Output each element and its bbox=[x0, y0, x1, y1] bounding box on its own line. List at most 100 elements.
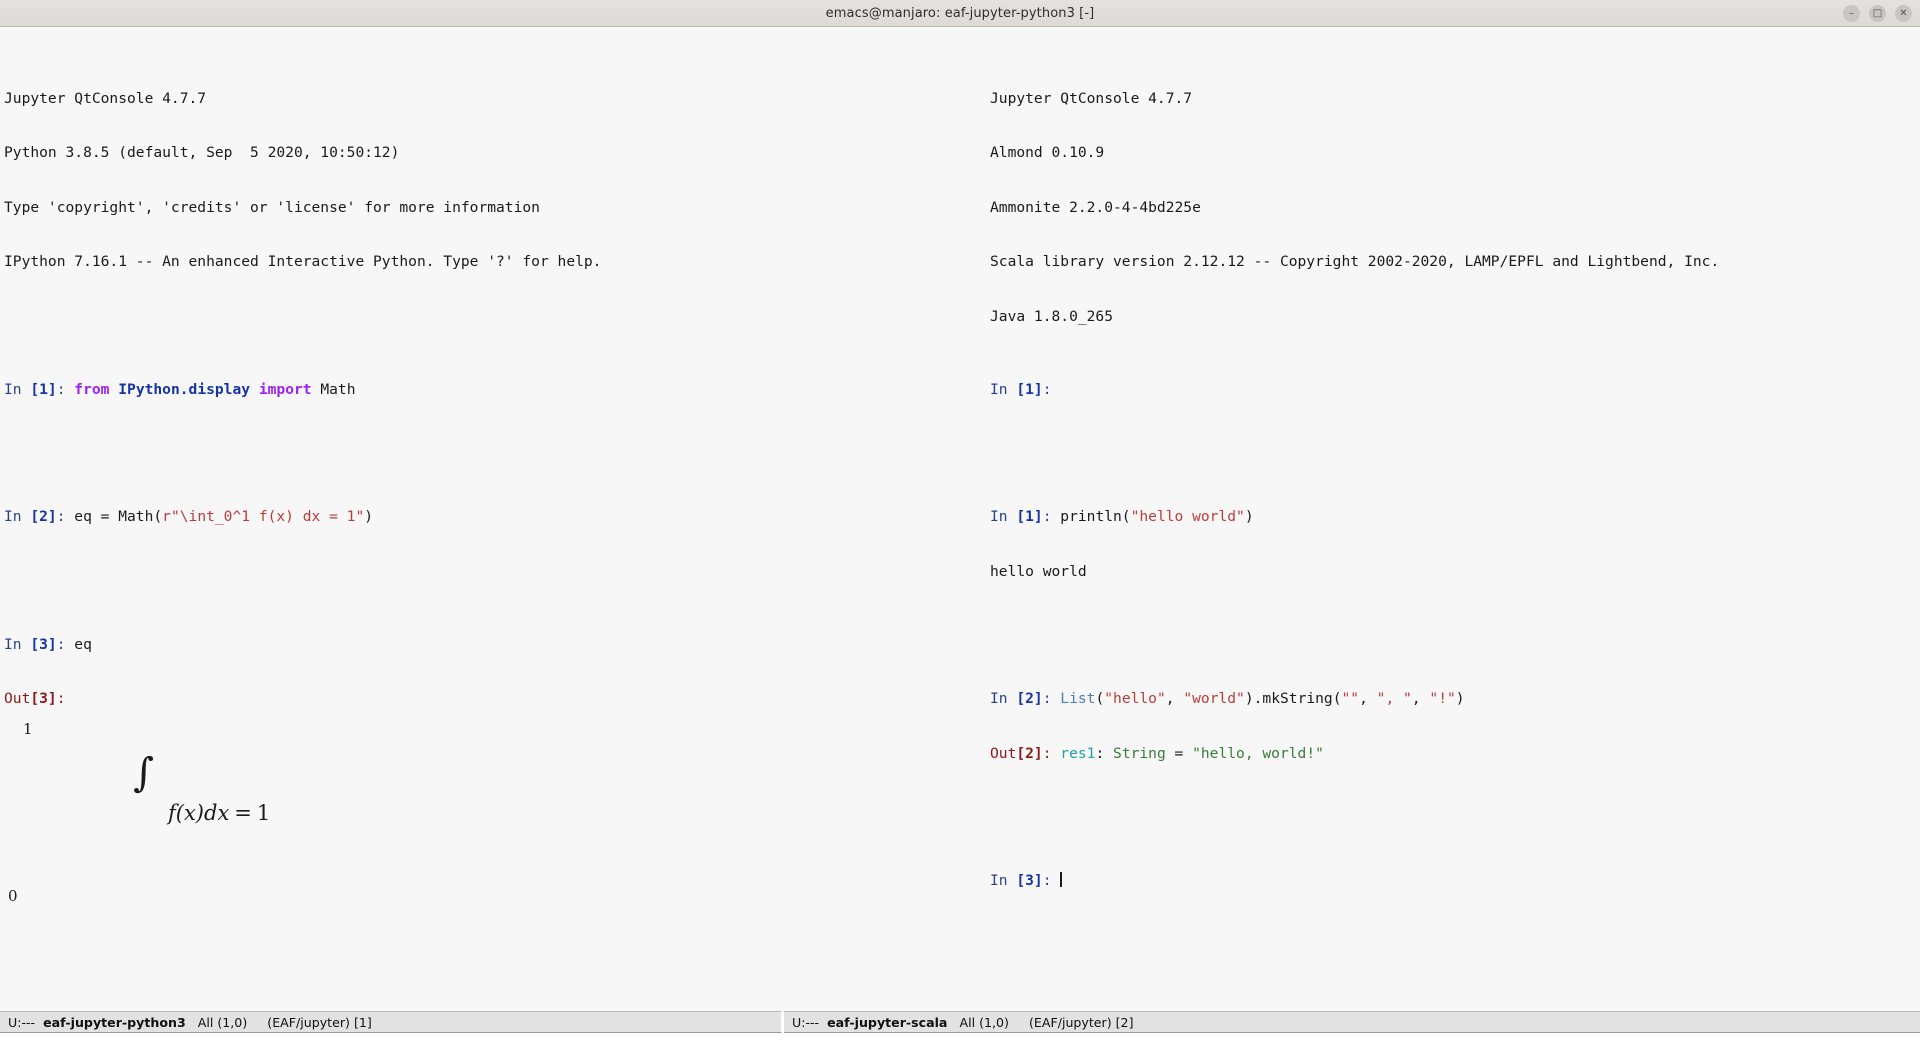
text-cursor[interactable] bbox=[1060, 872, 1062, 887]
module-name: IPython.display bbox=[118, 381, 250, 398]
integral-lower-limit: 0 bbox=[8, 876, 18, 916]
maximize-icon: □ bbox=[1873, 9, 1882, 19]
equals: = bbox=[1166, 745, 1192, 762]
scala-console-output[interactable]: Jupyter QtConsole 4.7.7 Almond 0.10.9 Am… bbox=[960, 27, 1920, 945]
in-number: [3] bbox=[30, 636, 56, 653]
string-literal: ", " bbox=[1377, 690, 1412, 707]
math-value: 1 bbox=[257, 801, 270, 825]
in-number: [1] bbox=[30, 381, 56, 398]
type-name: String bbox=[1113, 745, 1166, 762]
input-prompt-empty[interactable]: In [1]: bbox=[990, 381, 1920, 399]
string-literal: "hello" bbox=[1104, 690, 1166, 707]
spacer bbox=[4, 435, 958, 453]
window-controls: – □ ✕ bbox=[1843, 0, 1912, 27]
modeline-status: U:--- bbox=[792, 1015, 819, 1030]
stdout-line: hello world bbox=[990, 563, 1920, 581]
modeline-position: All (1,0) bbox=[959, 1015, 1008, 1030]
in-number: [3] bbox=[1016, 872, 1042, 889]
string-literal: "world" bbox=[1183, 690, 1245, 707]
spacer bbox=[4, 948, 958, 966]
out-colon: : bbox=[1043, 745, 1061, 762]
code-text: eq = Math( bbox=[74, 508, 162, 525]
modeline-buffer-name: eaf-jupyter-scala bbox=[827, 1015, 947, 1030]
modeline-python3[interactable]: U:--- eaf-jupyter-python3 All (1,0) (EAF… bbox=[0, 1011, 782, 1033]
input-cell-3[interactable]: In [3]: eq bbox=[4, 636, 958, 654]
banner-line: Almond 0.10.9 bbox=[990, 144, 1920, 162]
colon: : bbox=[1095, 745, 1113, 762]
in-prompt: In bbox=[990, 381, 1016, 398]
jupyter-scala-pane[interactable]: Jupyter QtConsole 4.7.7 Almond 0.10.9 Am… bbox=[960, 27, 1920, 1011]
spacer bbox=[4, 563, 958, 581]
integrand: f(x)dx bbox=[168, 801, 229, 825]
method-call: ).mkString( bbox=[1245, 690, 1342, 707]
input-cell-2[interactable]: In [2]: List("hello", "world").mkString(… bbox=[990, 690, 1920, 708]
spacer bbox=[990, 799, 1920, 817]
out-number: [3] bbox=[30, 690, 56, 707]
function-call: println( bbox=[1060, 508, 1130, 525]
minibuffer-area bbox=[0, 1033, 1920, 1051]
keyword-from: from bbox=[74, 381, 109, 398]
minimize-button[interactable]: – bbox=[1843, 5, 1860, 22]
comma: , bbox=[1412, 690, 1430, 707]
in-number: [2] bbox=[30, 508, 56, 525]
banner-line: Python 3.8.5 (default, Sep 5 2020, 10:50… bbox=[4, 144, 958, 162]
jupyter-python3-pane[interactable]: Jupyter QtConsole 4.7.7 Python 3.8.5 (de… bbox=[0, 27, 958, 1011]
raw-string-literal: r"\int_0^1 f(x) dx = 1" bbox=[162, 508, 364, 525]
output-cell-2: Out[2]: res1: String = "hello, world!" bbox=[990, 745, 1920, 763]
modeline-status: U:--- bbox=[8, 1015, 35, 1030]
string-literal: "" bbox=[1342, 690, 1360, 707]
in-colon: : bbox=[57, 508, 75, 525]
input-cell-2[interactable]: In [2]: eq = Math(r"\int_0^1 f(x) dx = 1… bbox=[4, 508, 958, 526]
maximize-button[interactable]: □ bbox=[1869, 5, 1886, 22]
modeline-major-mode: (EAF/jupyter) [1] bbox=[267, 1015, 372, 1030]
banner-line: Jupyter QtConsole 4.7.7 bbox=[990, 90, 1920, 108]
input-cell-1[interactable]: In [1]: from IPython.display import Math bbox=[4, 381, 958, 399]
imported-name: Math bbox=[320, 381, 355, 398]
code-text: ) bbox=[364, 508, 373, 525]
out-prompt: Out bbox=[4, 690, 30, 707]
in-colon: : bbox=[57, 381, 75, 398]
integral-glyph: ∫ bbox=[133, 750, 154, 796]
close-icon: ✕ bbox=[1899, 9, 1907, 19]
input-cell-1[interactable]: In [1]: println("hello world") bbox=[990, 508, 1920, 526]
string-literal: "!" bbox=[1429, 690, 1455, 707]
output-prompt-3: Out[3]: bbox=[4, 690, 958, 708]
out-colon: : bbox=[57, 690, 66, 707]
in-prompt: In bbox=[4, 508, 30, 525]
math-expression: f(x)dx=1 bbox=[168, 804, 270, 822]
in-prompt: In bbox=[4, 381, 30, 398]
comma: , bbox=[1166, 690, 1184, 707]
paren: ( bbox=[1095, 690, 1104, 707]
code-text: eq bbox=[74, 636, 92, 653]
result-value: "hello, world!" bbox=[1192, 745, 1324, 762]
modeline-major-mode: (EAF/jupyter) [2] bbox=[1029, 1015, 1134, 1030]
banner-line: IPython 7.16.1 -- An enhanced Interactiv… bbox=[4, 253, 958, 271]
class-name: List bbox=[1060, 690, 1095, 707]
emacs-window-split: Jupyter QtConsole 4.7.7 Python 3.8.5 (de… bbox=[0, 27, 1920, 1011]
in-number: [1] bbox=[1016, 381, 1042, 398]
integral-icon: ∫ 1 0 bbox=[6, 713, 154, 913]
paren: ) bbox=[1245, 508, 1254, 525]
in-number: [2] bbox=[1016, 690, 1042, 707]
modeline-scala[interactable]: U:--- eaf-jupyter-scala All (1,0) (EAF/j… bbox=[784, 1011, 1920, 1033]
banner-line: Scala library version 2.12.12 -- Copyrig… bbox=[990, 253, 1920, 271]
string-literal: "hello world" bbox=[1131, 508, 1245, 525]
in-colon: : bbox=[1043, 381, 1052, 398]
close-button[interactable]: ✕ bbox=[1895, 5, 1912, 22]
window-titlebar: emacs@manjaro: eaf-jupyter-python3 [-] –… bbox=[0, 0, 1920, 27]
integral-upper-limit: 1 bbox=[23, 709, 33, 749]
input-cell-3[interactable]: In [3]: bbox=[990, 872, 1920, 890]
minimize-icon: – bbox=[1849, 9, 1854, 19]
modeline-buffer-name: eaf-jupyter-python3 bbox=[43, 1015, 186, 1030]
banner-line: Java 1.8.0_265 bbox=[990, 308, 1920, 326]
python-console-output[interactable]: Jupyter QtConsole 4.7.7 Python 3.8.5 (de… bbox=[0, 27, 958, 1011]
modeline-position: All (1,0) bbox=[198, 1015, 247, 1030]
spacer bbox=[990, 435, 1920, 453]
banner-line: Jupyter QtConsole 4.7.7 bbox=[4, 90, 958, 108]
in-number: [1] bbox=[1016, 508, 1042, 525]
paren: ) bbox=[1456, 690, 1465, 707]
window-title: emacs@manjaro: eaf-jupyter-python3 [-] bbox=[826, 6, 1095, 21]
out-number: [2] bbox=[1016, 745, 1042, 762]
spacer bbox=[4, 308, 958, 326]
latex-math-output: ∫ 1 0 f(x)dx=1 bbox=[4, 781, 958, 839]
